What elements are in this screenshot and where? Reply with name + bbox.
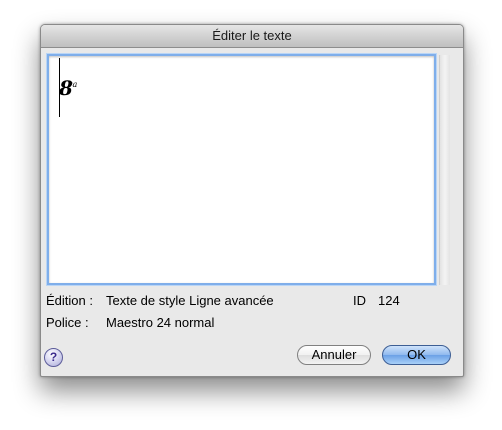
ottava-symbol-superscript: va [68, 80, 78, 89]
id-value: 124 [378, 293, 400, 308]
police-label: Police : [46, 315, 89, 330]
ok-button[interactable]: OK [382, 345, 451, 365]
question-mark-icon: ? [49, 350, 58, 364]
dialog-title: Éditer le texte [212, 28, 292, 43]
cancel-button-label: Annuler [311, 347, 357, 362]
cancel-button[interactable]: Annuler [297, 345, 371, 365]
vertical-scrollbar[interactable] [439, 55, 450, 285]
ok-button-label: OK [407, 347, 426, 362]
police-value: Maestro 24 normal [106, 315, 215, 330]
text-editor-area[interactable]: 8 va [47, 54, 436, 285]
help-button[interactable]: ? [44, 348, 63, 367]
edition-label: Édition : [46, 293, 93, 308]
edition-value: Texte de style Ligne avancée [106, 293, 274, 308]
id-label: ID [353, 293, 366, 308]
edit-text-dialog: Éditer le texte 8 va Édition : Texte de … [40, 24, 464, 377]
title-bar[interactable]: Éditer le texte [41, 25, 463, 48]
